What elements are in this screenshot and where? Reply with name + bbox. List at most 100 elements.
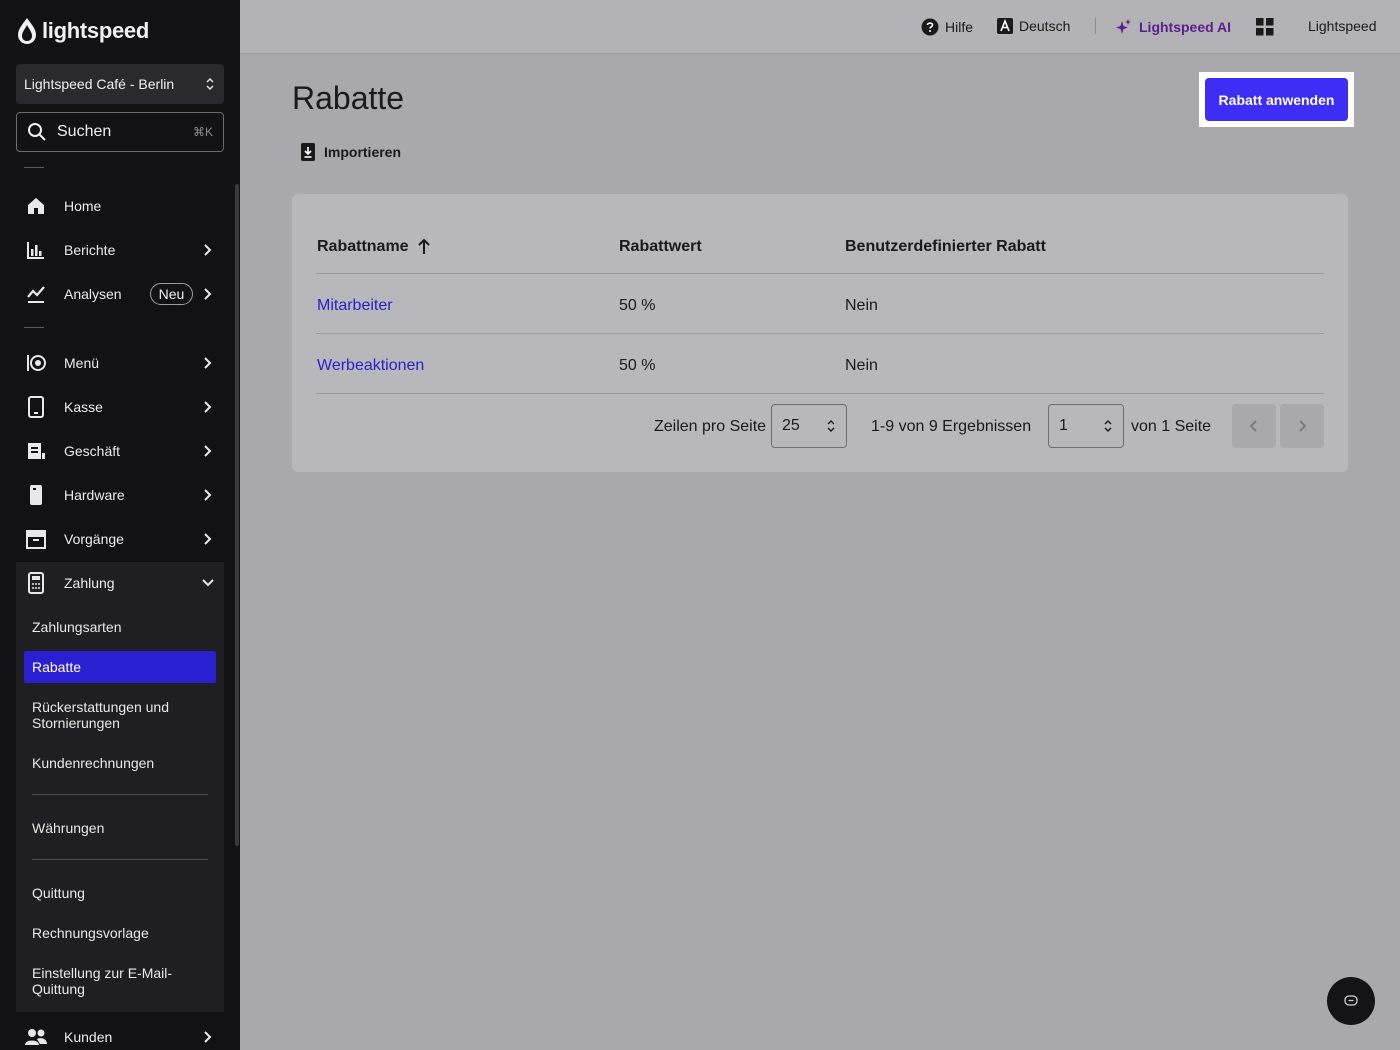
bar-chart-icon bbox=[24, 238, 48, 262]
sidebar-item-label: Zahlung bbox=[64, 575, 115, 591]
sidebar-subitem-rechnungsvorlage[interactable]: Rechnungsvorlage bbox=[24, 925, 216, 941]
language-icon bbox=[997, 18, 1013, 34]
page-number-select[interactable]: 1 bbox=[1048, 404, 1124, 448]
row-divider bbox=[316, 333, 1324, 334]
sidebar-subitem-label: Rabatte bbox=[32, 659, 82, 675]
chevron-right-icon bbox=[200, 242, 216, 258]
logo-text: lightspeed bbox=[42, 18, 150, 43]
archive-icon bbox=[24, 527, 48, 551]
chevron-right-icon bbox=[200, 1029, 216, 1045]
customers-icon bbox=[24, 1025, 48, 1049]
sidebar-item-menu[interactable]: Menü bbox=[16, 343, 224, 383]
column-header-label: Rabattname bbox=[317, 238, 409, 255]
sidebar-item-kunden[interactable]: Kunden bbox=[16, 1017, 224, 1050]
sidebar-item-berichte[interactable]: Berichte bbox=[16, 230, 224, 270]
chevron-up-down-icon bbox=[1104, 420, 1112, 432]
chevron-up-down-icon bbox=[206, 77, 214, 91]
chevron-right-icon bbox=[200, 286, 216, 302]
divider bbox=[32, 794, 208, 795]
discount-value: 50 % bbox=[619, 357, 656, 374]
previous-page-button[interactable] bbox=[1232, 404, 1276, 448]
lightspeed-logo[interactable]: lightspeed bbox=[16, 16, 149, 46]
new-badge: Neu bbox=[149, 283, 194, 305]
column-header-label: Rabattwert bbox=[619, 238, 702, 255]
divider bbox=[24, 327, 44, 328]
custom-discount-value: Nein bbox=[845, 357, 878, 374]
apps-grid-icon bbox=[1256, 18, 1274, 36]
sidebar-subitem-quittung[interactable]: Quittung bbox=[24, 885, 216, 901]
sidebar-subitem-email-quittung[interactable]: Einstellung zur E-Mail-Quittung bbox=[24, 965, 184, 997]
sidebar-subitem-rabatte[interactable]: Rabatte bbox=[24, 651, 216, 683]
chevron-right-icon bbox=[200, 531, 216, 547]
sidebar-item-zahlung[interactable]: Zahlung bbox=[16, 563, 224, 603]
sidebar-subitem-kundenrechnungen[interactable]: Kundenrechnungen bbox=[24, 755, 216, 771]
sidebar-subitem-rueckerstattungen[interactable]: Rückerstattungen und Stornierungen bbox=[24, 699, 184, 731]
sidebar-item-home[interactable]: Home bbox=[16, 186, 224, 226]
sidebar-item-label: Vorgänge bbox=[64, 531, 124, 547]
sidebar-item-label: Kasse bbox=[64, 399, 103, 415]
search-shortcut: ⌘K bbox=[192, 125, 213, 139]
discount-name-link[interactable]: Werbeaktionen bbox=[317, 357, 424, 375]
sidebar-item-vorgaenge[interactable]: Vorgänge bbox=[16, 519, 224, 559]
sidebar-subitem-zahlungsarten[interactable]: Zahlungsarten bbox=[24, 619, 216, 635]
chevron-up-down-icon bbox=[827, 420, 835, 432]
discount-name-link[interactable]: Mitarbeiter bbox=[317, 297, 393, 315]
rows-per-page-select[interactable]: 25 bbox=[771, 404, 847, 448]
sidebar-scrollbar[interactable] bbox=[235, 184, 239, 846]
import-button[interactable]: Importieren bbox=[300, 140, 401, 164]
sidebar-subitem-waehrungen[interactable]: Währungen bbox=[24, 820, 216, 836]
sidebar: lightspeed Lightspeed Café - Berlin Such… bbox=[0, 0, 240, 1050]
help-button[interactable]: Hilfe bbox=[921, 18, 973, 36]
sort-ascending-icon bbox=[417, 238, 430, 254]
sidebar-item-label: Menü bbox=[64, 355, 100, 371]
flame-icon bbox=[18, 18, 36, 44]
menu-icon bbox=[24, 351, 48, 375]
custom-discount-value: Nein bbox=[845, 297, 878, 314]
tablet-icon bbox=[24, 395, 48, 419]
account-menu[interactable]: Lightspeed bbox=[1308, 18, 1377, 34]
divider bbox=[32, 859, 208, 860]
page-title: Rabatte bbox=[292, 80, 405, 116]
chevron-down-icon bbox=[200, 575, 216, 591]
chevron-right-icon bbox=[200, 487, 216, 503]
column-header-rabattname[interactable]: Rabattname bbox=[317, 238, 431, 256]
import-label: Importieren bbox=[324, 144, 402, 160]
next-page-button[interactable] bbox=[1280, 404, 1324, 448]
ai-label: Lightspeed AI bbox=[1139, 19, 1232, 35]
sidebar-item-label: Geschäft bbox=[64, 443, 121, 459]
topbar: Hilfe Deutsch Lightspeed AI Lightspeed bbox=[240, 0, 1400, 54]
chevron-right-icon bbox=[200, 443, 216, 459]
sidebar-item-label: Berichte bbox=[64, 242, 116, 258]
row-divider bbox=[316, 273, 1324, 274]
chat-icon bbox=[1344, 995, 1358, 1006]
sparkle-icon bbox=[1116, 19, 1131, 34]
sidebar-item-geschaeft[interactable]: Geschäft bbox=[16, 431, 224, 471]
column-header-label: Benutzerdefinierter Rabatt bbox=[845, 238, 1046, 255]
sidebar-item-kasse[interactable]: Kasse bbox=[16, 387, 224, 427]
column-header-benutzerdefiniert[interactable]: Benutzerdefinierter Rabatt bbox=[845, 238, 1046, 256]
search-input[interactable]: Suchen ⌘K bbox=[16, 112, 224, 152]
home-icon bbox=[24, 194, 48, 218]
chevron-right-icon bbox=[200, 355, 216, 371]
results-count: 1-9 von 9 Ergebnissen bbox=[871, 418, 1032, 435]
store-icon bbox=[24, 439, 48, 463]
ai-button[interactable]: Lightspeed AI bbox=[1115, 18, 1231, 36]
discount-value: 50 % bbox=[619, 297, 656, 314]
apply-discount-button[interactable]: Rabatt anwenden bbox=[1205, 78, 1348, 121]
sidebar-item-label: Home bbox=[64, 198, 102, 214]
store-selector[interactable]: Lightspeed Café - Berlin bbox=[16, 64, 224, 104]
chat-button[interactable] bbox=[1327, 977, 1375, 1025]
chevron-right-icon bbox=[1299, 420, 1307, 432]
payment-terminal-icon bbox=[24, 571, 48, 595]
language-button[interactable]: Deutsch bbox=[997, 18, 1070, 34]
sidebar-item-hardware[interactable]: Hardware bbox=[16, 475, 224, 515]
help-icon bbox=[921, 18, 939, 36]
sidebar-item-label: Analysen bbox=[64, 286, 122, 302]
sidebar-item-analysen[interactable]: Analysen Neu bbox=[16, 274, 224, 314]
search-label: Suchen bbox=[57, 123, 112, 140]
column-header-rabattwert[interactable]: Rabattwert bbox=[619, 238, 702, 256]
account-label: Lightspeed bbox=[1308, 18, 1377, 34]
apps-button[interactable] bbox=[1256, 18, 1274, 36]
hardware-icon bbox=[24, 483, 48, 507]
topbar-separator bbox=[1095, 18, 1096, 34]
